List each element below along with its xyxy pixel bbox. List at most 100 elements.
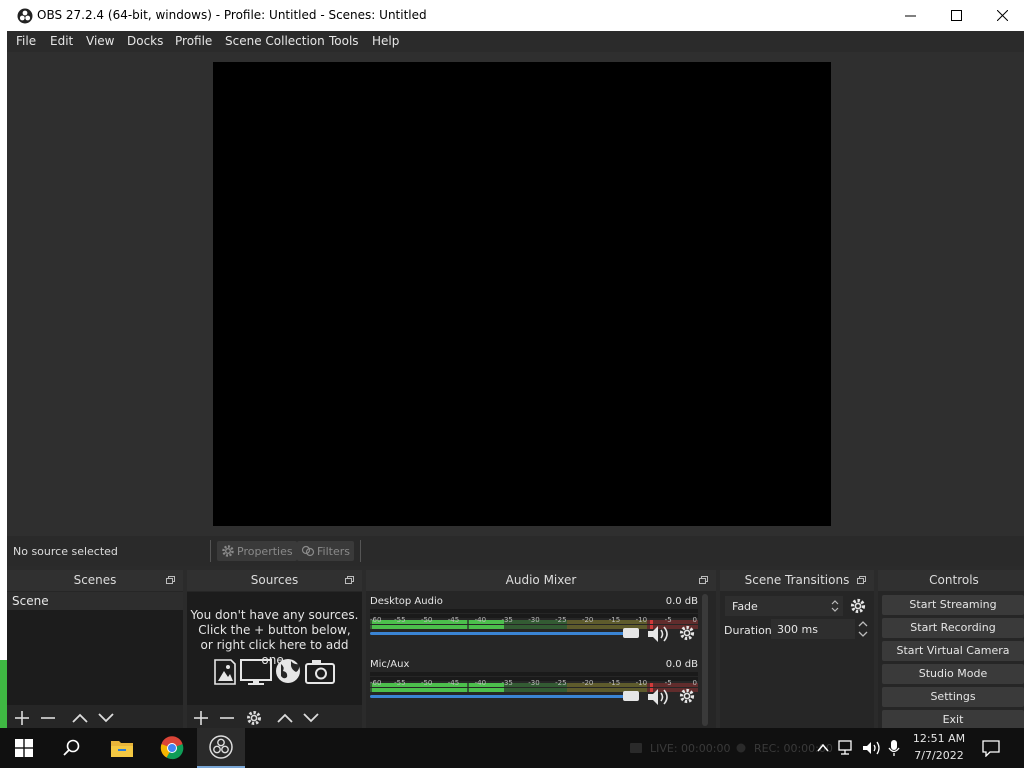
- maximize-button[interactable]: [933, 0, 979, 31]
- audio-mixer-dock: Audio Mixer Desktop Audio 0.0 dB -60 -55 -…: [366, 570, 716, 728]
- transition-selected: Fade: [732, 600, 758, 613]
- menu-profile[interactable]: Profile: [175, 34, 212, 49]
- network-icon[interactable]: [838, 740, 856, 756]
- meter-tick-label: -15: [608, 679, 621, 687]
- toolbar-divider: [210, 540, 211, 562]
- mixer-scrollbar[interactable]: [702, 594, 708, 726]
- start-button[interactable]: [0, 728, 48, 768]
- meter-tick-label: -30: [528, 616, 540, 624]
- speaker-icon[interactable]: [646, 624, 670, 644]
- controls-title: Controls: [929, 573, 979, 587]
- volume-slider-handle[interactable]: [623, 628, 639, 638]
- notifications-icon[interactable]: [982, 739, 1000, 757]
- audio-mixer-title: Audio Mixer: [505, 573, 577, 587]
- move-scene-down-icon[interactable]: [97, 709, 115, 727]
- scene-list-item[interactable]: Scene: [7, 592, 183, 610]
- transition-select[interactable]: Fade: [725, 596, 843, 616]
- filters-button[interactable]: Filters: [297, 541, 354, 561]
- meter-tick-label: -30: [528, 679, 540, 687]
- remove-scene-icon[interactable]: [39, 709, 57, 727]
- meter-tick-label: -10: [635, 616, 648, 624]
- sources-list[interactable]: You don't have any sources. Click the + …: [187, 592, 362, 705]
- menu-help[interactable]: Help: [372, 34, 399, 49]
- folder-icon: [111, 741, 133, 757]
- taskbar-obs[interactable]: [197, 728, 245, 768]
- minimize-button[interactable]: [887, 0, 933, 31]
- add-scene-icon[interactable]: [13, 709, 31, 727]
- meter-tick-label: -25: [555, 679, 567, 687]
- move-source-up-icon[interactable]: [276, 709, 294, 727]
- scene-transitions-dock-header[interactable]: Scene Transitions: [720, 570, 874, 591]
- undock-icon[interactable]: [857, 576, 866, 584]
- add-source-icon[interactable]: [192, 709, 210, 727]
- meter-scale: -60 -55 -50 -45 -40 -35 -30 -25 -20 -15 -10 -5 0: [370, 616, 698, 624]
- channel-settings-gear-icon[interactable]: [678, 687, 696, 705]
- volume-meter: [370, 609, 698, 624]
- scenes-dock-header[interactable]: Scenes: [7, 570, 183, 591]
- start-streaming-button[interactable]: Start Streaming: [882, 595, 1024, 615]
- transition-properties-gear-icon[interactable]: [849, 597, 867, 615]
- minimize-icon: [904, 15, 916, 17]
- live-status-icon: [630, 743, 642, 753]
- undock-icon[interactable]: [345, 576, 354, 584]
- menu-edit[interactable]: Edit: [50, 34, 73, 49]
- mixer-channel-mic-aux: Mic/Aux 0.0 dB -60 -55 -50 -45 -40 -35 -30 -25-…: [370, 659, 698, 719]
- filter-icon: [301, 545, 315, 557]
- undock-icon[interactable]: [699, 576, 708, 584]
- filters-label: Filters: [317, 544, 350, 558]
- duration-stepper-icon[interactable]: [856, 618, 870, 640]
- move-source-down-icon[interactable]: [302, 709, 320, 727]
- move-scene-up-icon[interactable]: [71, 709, 89, 727]
- volume-slider[interactable]: [370, 628, 639, 638]
- scene-transitions-dock: Scene Transitions Fade Duration 300 ms: [720, 570, 874, 728]
- meter-tick-label: -60: [370, 679, 382, 687]
- audio-mixer-dock-header[interactable]: Audio Mixer: [366, 570, 716, 591]
- exit-button[interactable]: Exit: [882, 710, 1024, 728]
- windows-taskbar: LIVE: 00:00:00 REC: 00:00:00 12:51 AM 7/…: [0, 728, 1024, 768]
- volume-meter: [370, 672, 698, 687]
- taskbar-search-button[interactable]: [48, 728, 96, 768]
- preview-canvas[interactable]: [213, 62, 831, 526]
- menu-scene-collection[interactable]: Scene Collection: [225, 34, 325, 49]
- taskbar-chrome[interactable]: [148, 728, 196, 768]
- clock-date[interactable]: 7/7/2022: [908, 749, 970, 762]
- microphone-icon[interactable]: [888, 739, 900, 757]
- sources-dock-header[interactable]: Sources: [187, 570, 362, 591]
- remove-source-icon[interactable]: [218, 709, 236, 727]
- menu-file[interactable]: File: [16, 34, 36, 49]
- title-bar[interactable]: OBS 27.2.4 (64-bit, windows) - Profile: …: [7, 0, 1024, 31]
- close-button[interactable]: [979, 0, 1024, 31]
- clock-time[interactable]: 12:51 AM: [908, 732, 970, 745]
- duration-value: 300 ms: [777, 623, 818, 636]
- start-recording-button[interactable]: Start Recording: [882, 618, 1024, 638]
- studio-mode-button[interactable]: Studio Mode: [882, 664, 1024, 684]
- volume-slider-handle[interactable]: [623, 691, 639, 701]
- settings-button[interactable]: Settings: [882, 687, 1024, 707]
- meter-tick-label: -25: [555, 616, 567, 624]
- start-virtual-camera-button[interactable]: Start Virtual Camera: [882, 641, 1024, 661]
- menu-tools[interactable]: Tools: [329, 34, 359, 49]
- meter-tick-label: -5: [664, 679, 672, 687]
- volume-icon[interactable]: [862, 740, 882, 756]
- meter-tick-label: -35: [501, 679, 513, 687]
- no-source-label: No source selected: [13, 545, 118, 558]
- menu-view[interactable]: View: [86, 34, 114, 49]
- live-time-indicator: LIVE: 00:00:00: [650, 742, 731, 755]
- speaker-icon[interactable]: [646, 687, 670, 707]
- properties-button[interactable]: Properties: [217, 541, 297, 561]
- obs-window: OBS 27.2.4 (64-bit, windows) - Profile: …: [7, 0, 1024, 728]
- volume-slider[interactable]: [370, 691, 639, 701]
- undock-icon[interactable]: [166, 576, 175, 584]
- properties-label: Properties: [237, 544, 293, 558]
- duration-spinbox[interactable]: 300 ms: [771, 619, 855, 639]
- taskbar-file-explorer[interactable]: [98, 728, 146, 768]
- menu-docks[interactable]: Docks: [127, 34, 163, 49]
- scenes-list[interactable]: Scene: [7, 592, 183, 705]
- channel-settings-gear-icon[interactable]: [678, 624, 696, 642]
- meter-tick-label: -60: [370, 616, 382, 624]
- source-properties-gear-icon[interactable]: [245, 709, 263, 727]
- meter-tick-label: -50: [420, 616, 433, 624]
- chevron-up-icon[interactable]: [816, 741, 830, 755]
- search-icon: [63, 739, 80, 756]
- controls-dock-header[interactable]: Controls: [878, 570, 1024, 591]
